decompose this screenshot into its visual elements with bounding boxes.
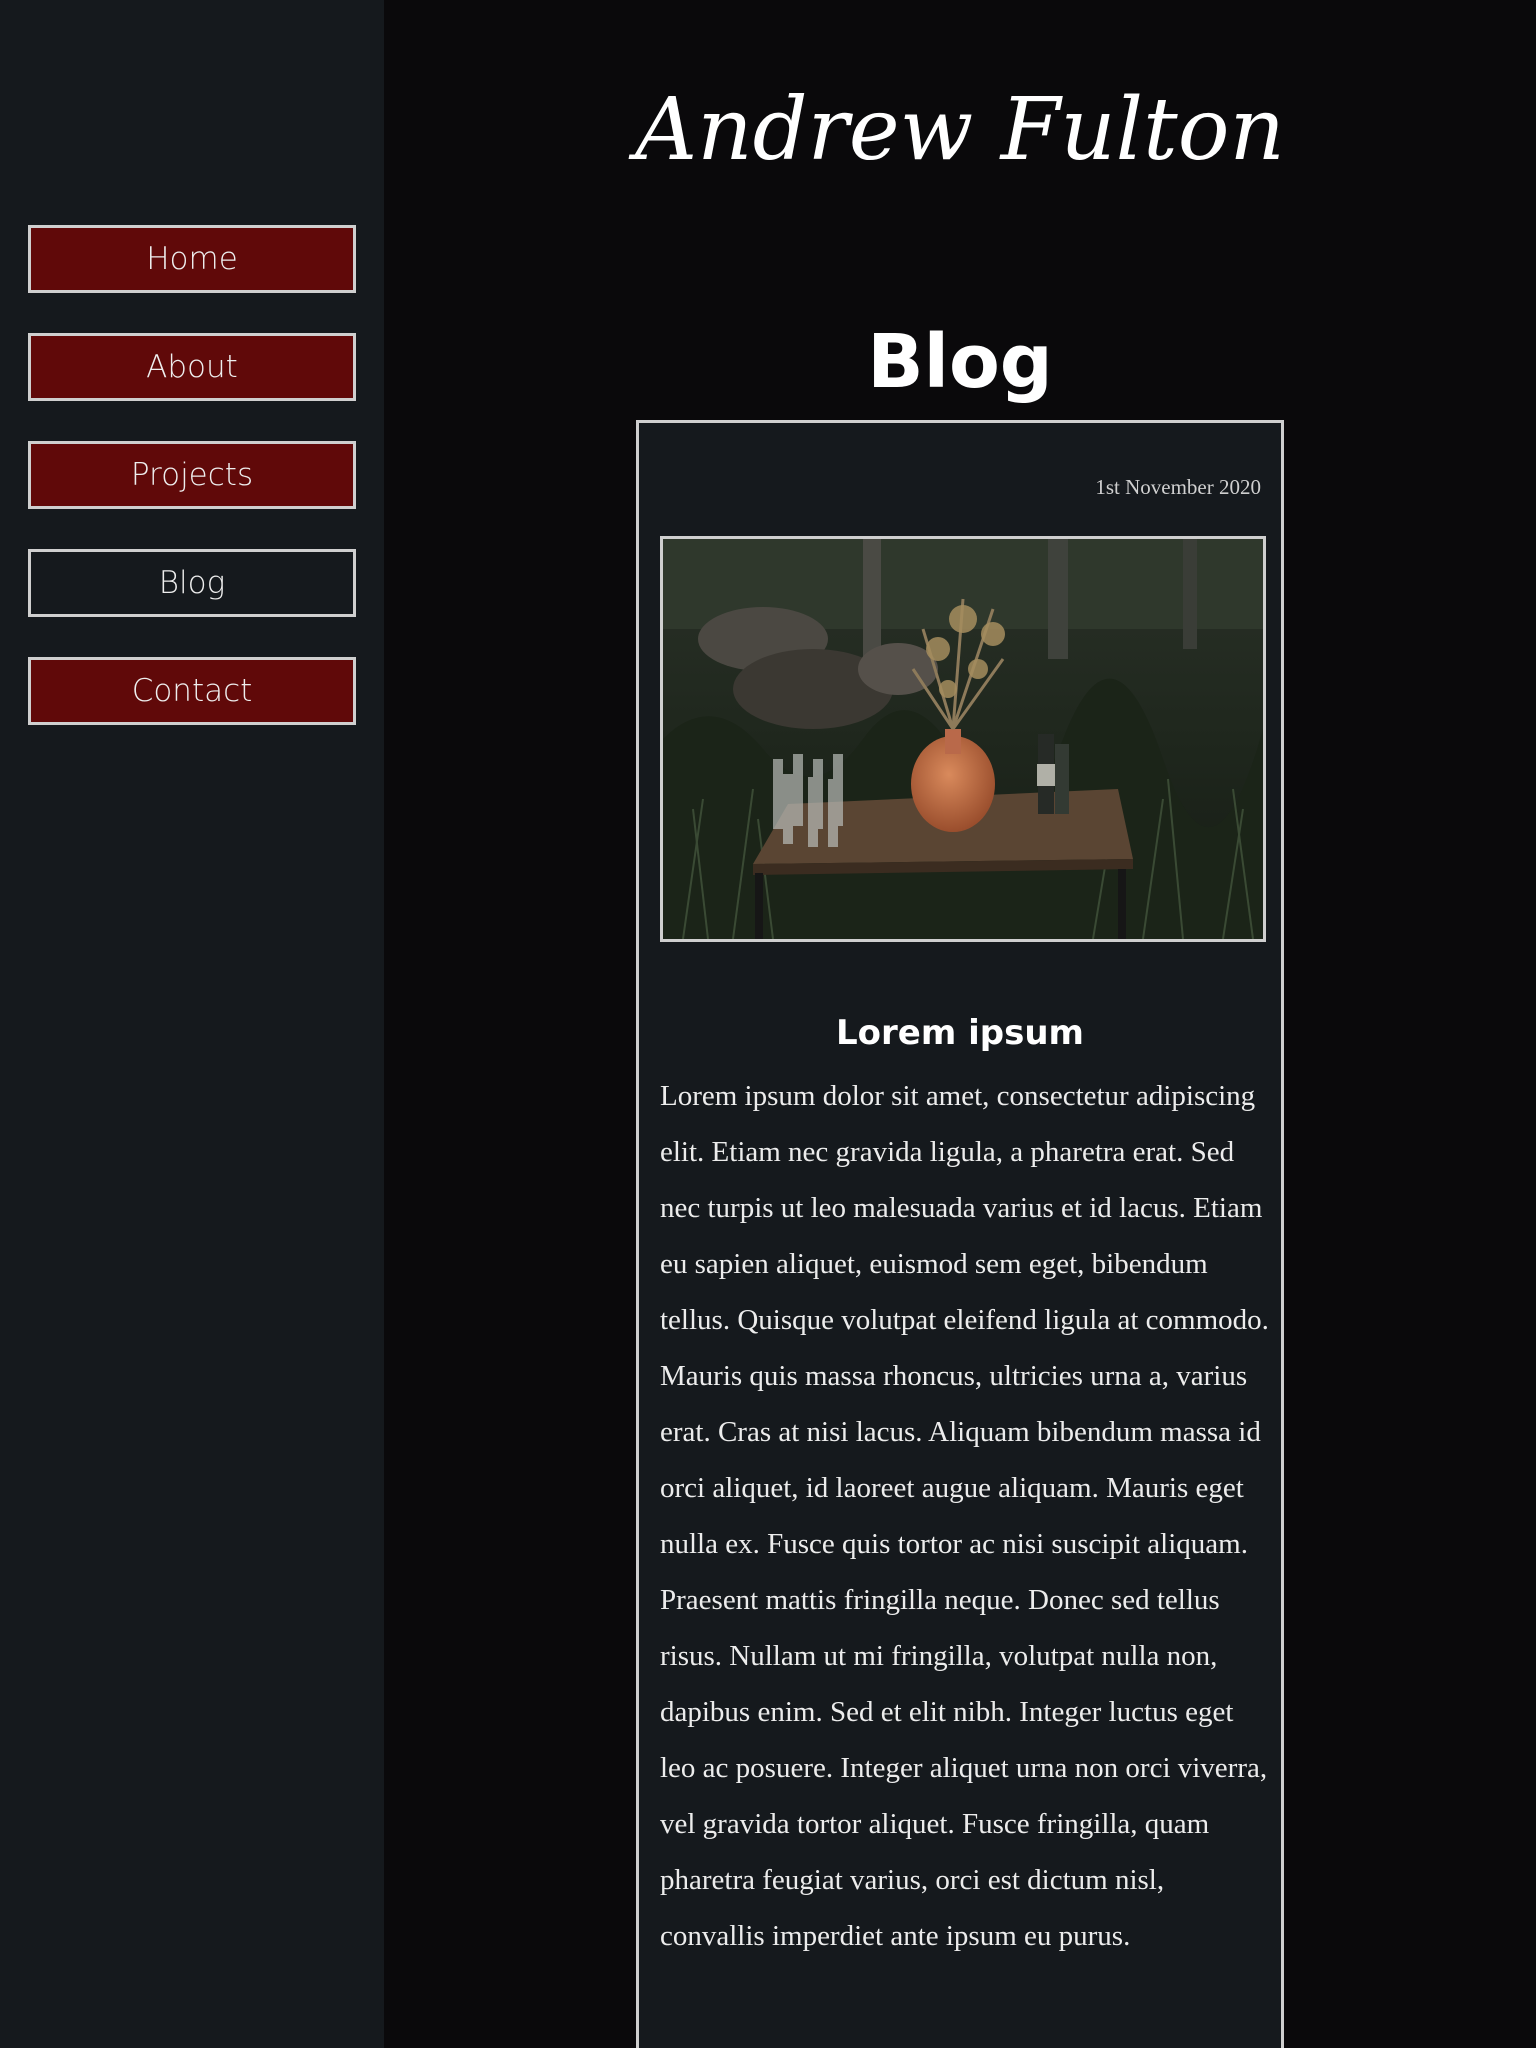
nav-about-button[interactable]: About (28, 333, 356, 401)
blog-post-card: 1st November 2020 Lorem ipsum Lorem ipsu… (636, 420, 1284, 2048)
page: Home About Projects Blog Contact Andrew … (0, 0, 1536, 2048)
main-nav: Home About Projects Blog Contact (28, 225, 356, 765)
outdoor-table-photo (663, 539, 1263, 939)
page-title: Blog (867, 318, 1053, 405)
nav-projects-button[interactable]: Projects (28, 441, 356, 509)
post-date: 1st November 2020 (1095, 475, 1261, 499)
post-heading: Lorem ipsum (836, 1013, 1084, 1054)
nav-blog-button[interactable]: Blog (28, 549, 356, 617)
post-body: Lorem ipsum dolor sit amet, consectetur … (660, 1080, 1269, 1952)
post-image (660, 536, 1266, 942)
sidebar: Home About Projects Blog Contact (0, 0, 384, 2048)
nav-home-button[interactable]: Home (28, 225, 356, 293)
main-content: Andrew Fulton Blog 1st November 2020 Lor… (384, 0, 1536, 2048)
nav-contact-button[interactable]: Contact (28, 657, 356, 725)
site-title: Andrew Fulton (635, 80, 1285, 180)
